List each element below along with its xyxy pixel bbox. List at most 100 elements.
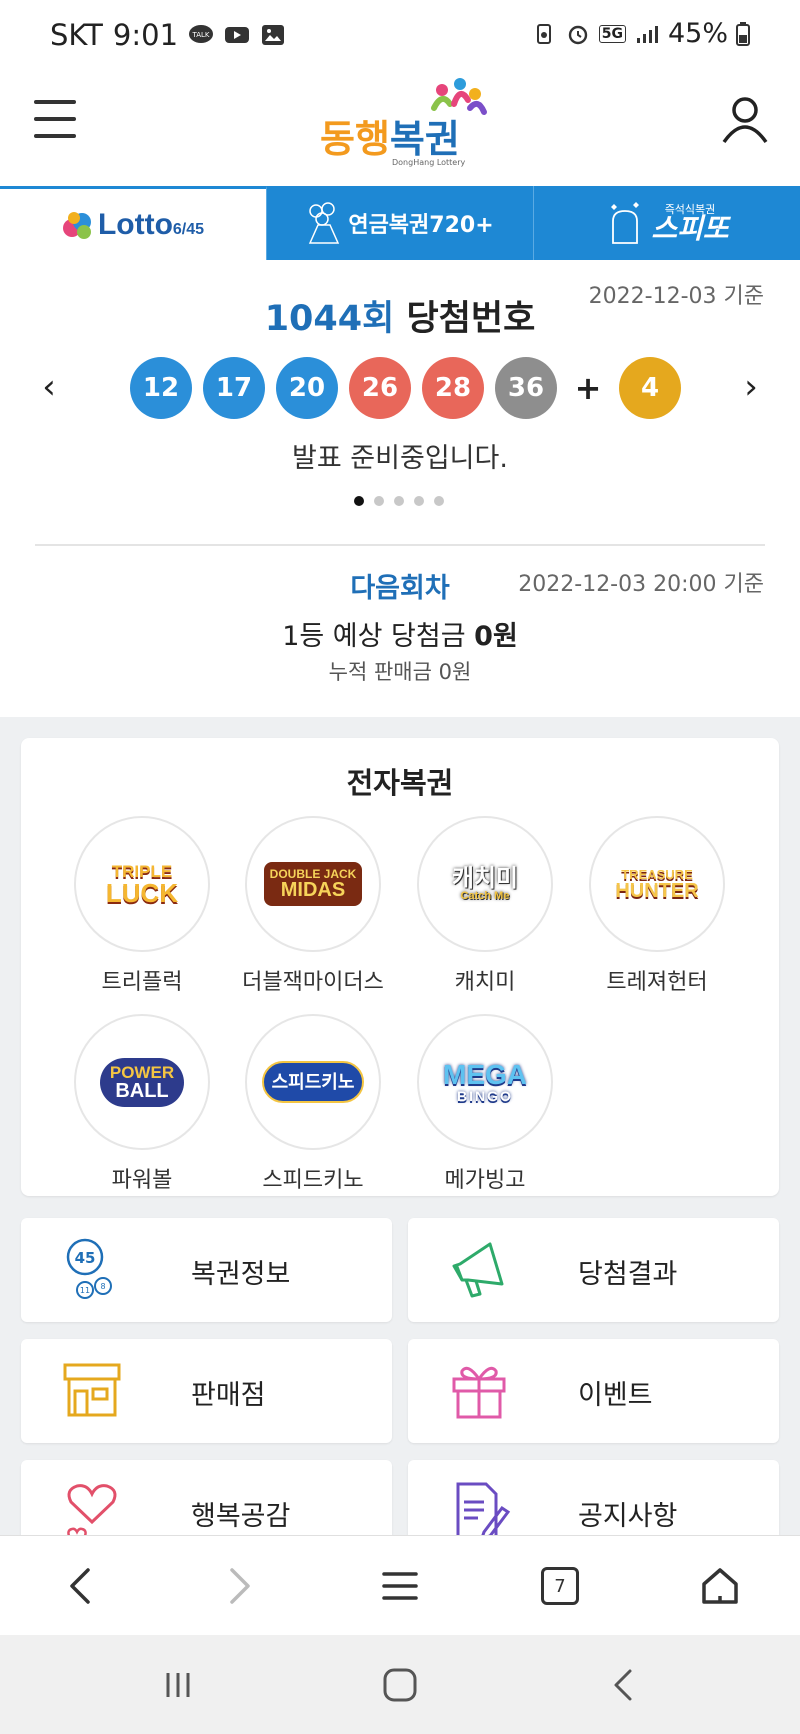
menu-winning-results[interactable]: 당첨결과	[408, 1218, 779, 1322]
recycle-icon	[536, 23, 551, 44]
game-logo-circle: DOUBLE JACK MIDAS	[245, 816, 381, 952]
speetto-label-group: 즉석식복권 스피또	[651, 204, 728, 243]
pension-balls-icon	[309, 202, 340, 244]
lotto-label: Lotto6/45	[98, 208, 204, 242]
logo-line: TRIPLE	[111, 861, 173, 881]
carousel-dot-active[interactable]	[354, 496, 364, 506]
talk-icon: TALK	[189, 25, 214, 43]
number-ball: 28	[422, 357, 484, 419]
home-system-button[interactable]	[378, 1665, 422, 1705]
battery-icon	[736, 21, 750, 46]
logo-line: Catch Me	[460, 889, 510, 902]
menu-lottery-info[interactable]: 45 11 8 복권정보	[21, 1218, 392, 1322]
game-treasure-hunter[interactable]: TREASURE HUNTER 트레져헌터	[572, 816, 742, 996]
store-icon	[63, 1363, 121, 1417]
back-system-button[interactable]	[602, 1665, 646, 1705]
home-icon	[702, 1568, 738, 1604]
carousel-dot[interactable]	[394, 496, 404, 506]
cumulative-sales: 누적 판매금 0원	[328, 660, 472, 684]
menu-label: 당첨결과	[578, 1259, 678, 1290]
chevron-left-icon	[70, 1568, 90, 1604]
back-chevron-icon	[614, 1669, 632, 1701]
svg-text:TALK: TALK	[192, 31, 210, 39]
game-speed-keno[interactable]: 스피드키노 스피드키노	[228, 1014, 398, 1194]
logo-subtitle: DongHang Lottery	[392, 158, 466, 167]
logo-text-blue: 복권	[389, 117, 460, 161]
battery-percent: 45%	[667, 18, 728, 49]
menu-label: 판매점	[191, 1380, 266, 1411]
winning-numbers: 12 17 20 26 28 36 + 4	[130, 357, 692, 419]
logo-line: MEGA	[443, 1059, 527, 1090]
game-double-jack-midas[interactable]: DOUBLE JACK MIDAS 더블잭마이더스	[228, 816, 398, 996]
electronic-lottery-title: 전자복권	[346, 766, 454, 800]
menu-button[interactable]	[34, 100, 78, 140]
carousel-dot[interactable]	[374, 496, 384, 506]
menu-label: 복권정보	[191, 1259, 291, 1290]
bonus-ball: 4	[619, 357, 681, 419]
game-power-ball[interactable]: POWER BALL 파워볼	[57, 1014, 227, 1194]
chevron-right-icon	[230, 1568, 250, 1604]
logo-line: BALL	[115, 1079, 169, 1102]
game-logo-circle: POWER BALL	[74, 1014, 210, 1150]
logo-line: 스피드키노	[271, 1072, 355, 1092]
browser-menu-button[interactable]	[374, 1560, 426, 1612]
game-logo-circle: TRIPLE LUCK	[74, 816, 210, 952]
home-square-icon	[383, 1668, 417, 1702]
announcement-text: 발표 준비중입니다.	[292, 443, 508, 474]
mega-bingo-logo: MEGA BINGO	[443, 1059, 527, 1104]
logo-line: POWER	[109, 1062, 175, 1082]
recent-apps-icon	[166, 1673, 190, 1697]
svg-text:8: 8	[100, 1282, 105, 1291]
menu-label: 행복공감	[191, 1501, 291, 1532]
catch-me-logo: 캐치미 Catch Me	[452, 866, 518, 902]
recent-apps-button[interactable]	[156, 1665, 200, 1705]
speetto-fist-icon	[611, 202, 640, 244]
expected-prize: 1등 예상 당첨금 0원	[0, 614, 800, 653]
double-jack-midas-logo: DOUBLE JACK MIDAS	[263, 862, 363, 906]
browser-home-button[interactable]	[694, 1560, 746, 1612]
user-account-icon[interactable]	[720, 94, 770, 146]
carousel-dot[interactable]	[414, 496, 424, 506]
logo-line: TREASURE	[621, 866, 693, 882]
game-label: 메가빙고	[444, 1168, 526, 1193]
game-label: 트레져헌터	[606, 970, 708, 995]
gallery-icon	[262, 25, 285, 45]
game-mega-bingo[interactable]: MEGA BINGO 메가빙고	[400, 1014, 570, 1194]
tabs-count: 7	[554, 1575, 566, 1597]
system-nav-bar	[0, 1635, 800, 1734]
triple-luck-logo: TRIPLE LUCK	[106, 863, 178, 906]
prev-round-button[interactable]: ‹	[34, 367, 64, 407]
tab-pension[interactable]: 연금복권720+	[267, 186, 534, 260]
lotto-balls-icon	[62, 211, 91, 239]
carousel-dot[interactable]	[434, 496, 444, 506]
tabs-count-icon: 7	[541, 1567, 579, 1605]
browser-back-button[interactable]	[54, 1560, 106, 1612]
logo-line: LUCK	[105, 877, 179, 908]
tab-lotto[interactable]: Lotto6/45	[0, 186, 267, 260]
status-left: SKT 9:01 TALK	[50, 18, 286, 52]
game-catch-me[interactable]: 캐치미 Catch Me 캐치미	[400, 816, 570, 996]
network-type: 5G	[598, 24, 626, 43]
site-logo[interactable]: 동행복권 DongHang Lottery	[320, 78, 490, 168]
clock: 9:01	[112, 18, 179, 52]
speetto-label: 스피또	[651, 211, 729, 245]
power-ball-logo: POWER BALL	[99, 1057, 185, 1107]
hamburger-line	[34, 134, 76, 138]
game-logo-circle: MEGA BINGO	[417, 1014, 553, 1150]
browser-tabs-button[interactable]: 7	[534, 1560, 586, 1612]
browser-nav-bar: 7	[0, 1535, 800, 1635]
menu-stores[interactable]: 판매점	[21, 1339, 392, 1443]
pension-label: 연금복권720+	[348, 213, 494, 238]
game-logo-circle: 캐치미 Catch Me	[417, 816, 553, 952]
game-triple-luck[interactable]: TRIPLE LUCK 트리플럭	[57, 816, 227, 996]
tab-speetto[interactable]: 즉석식복권 스피또	[534, 186, 800, 260]
browser-forward-button[interactable]	[214, 1560, 266, 1612]
game-label: 더블잭마이더스	[242, 970, 384, 995]
next-round-button[interactable]: ›	[736, 367, 766, 407]
gift-icon	[452, 1366, 506, 1419]
menu-lines-icon	[382, 1572, 418, 1600]
number-ball: 26	[349, 357, 411, 419]
status-bar: SKT 9:01 TALK 5G 45%	[0, 0, 800, 70]
next-round-date: 2022-12-03 20:00 기준	[518, 572, 764, 597]
menu-events[interactable]: 이벤트	[408, 1339, 779, 1443]
